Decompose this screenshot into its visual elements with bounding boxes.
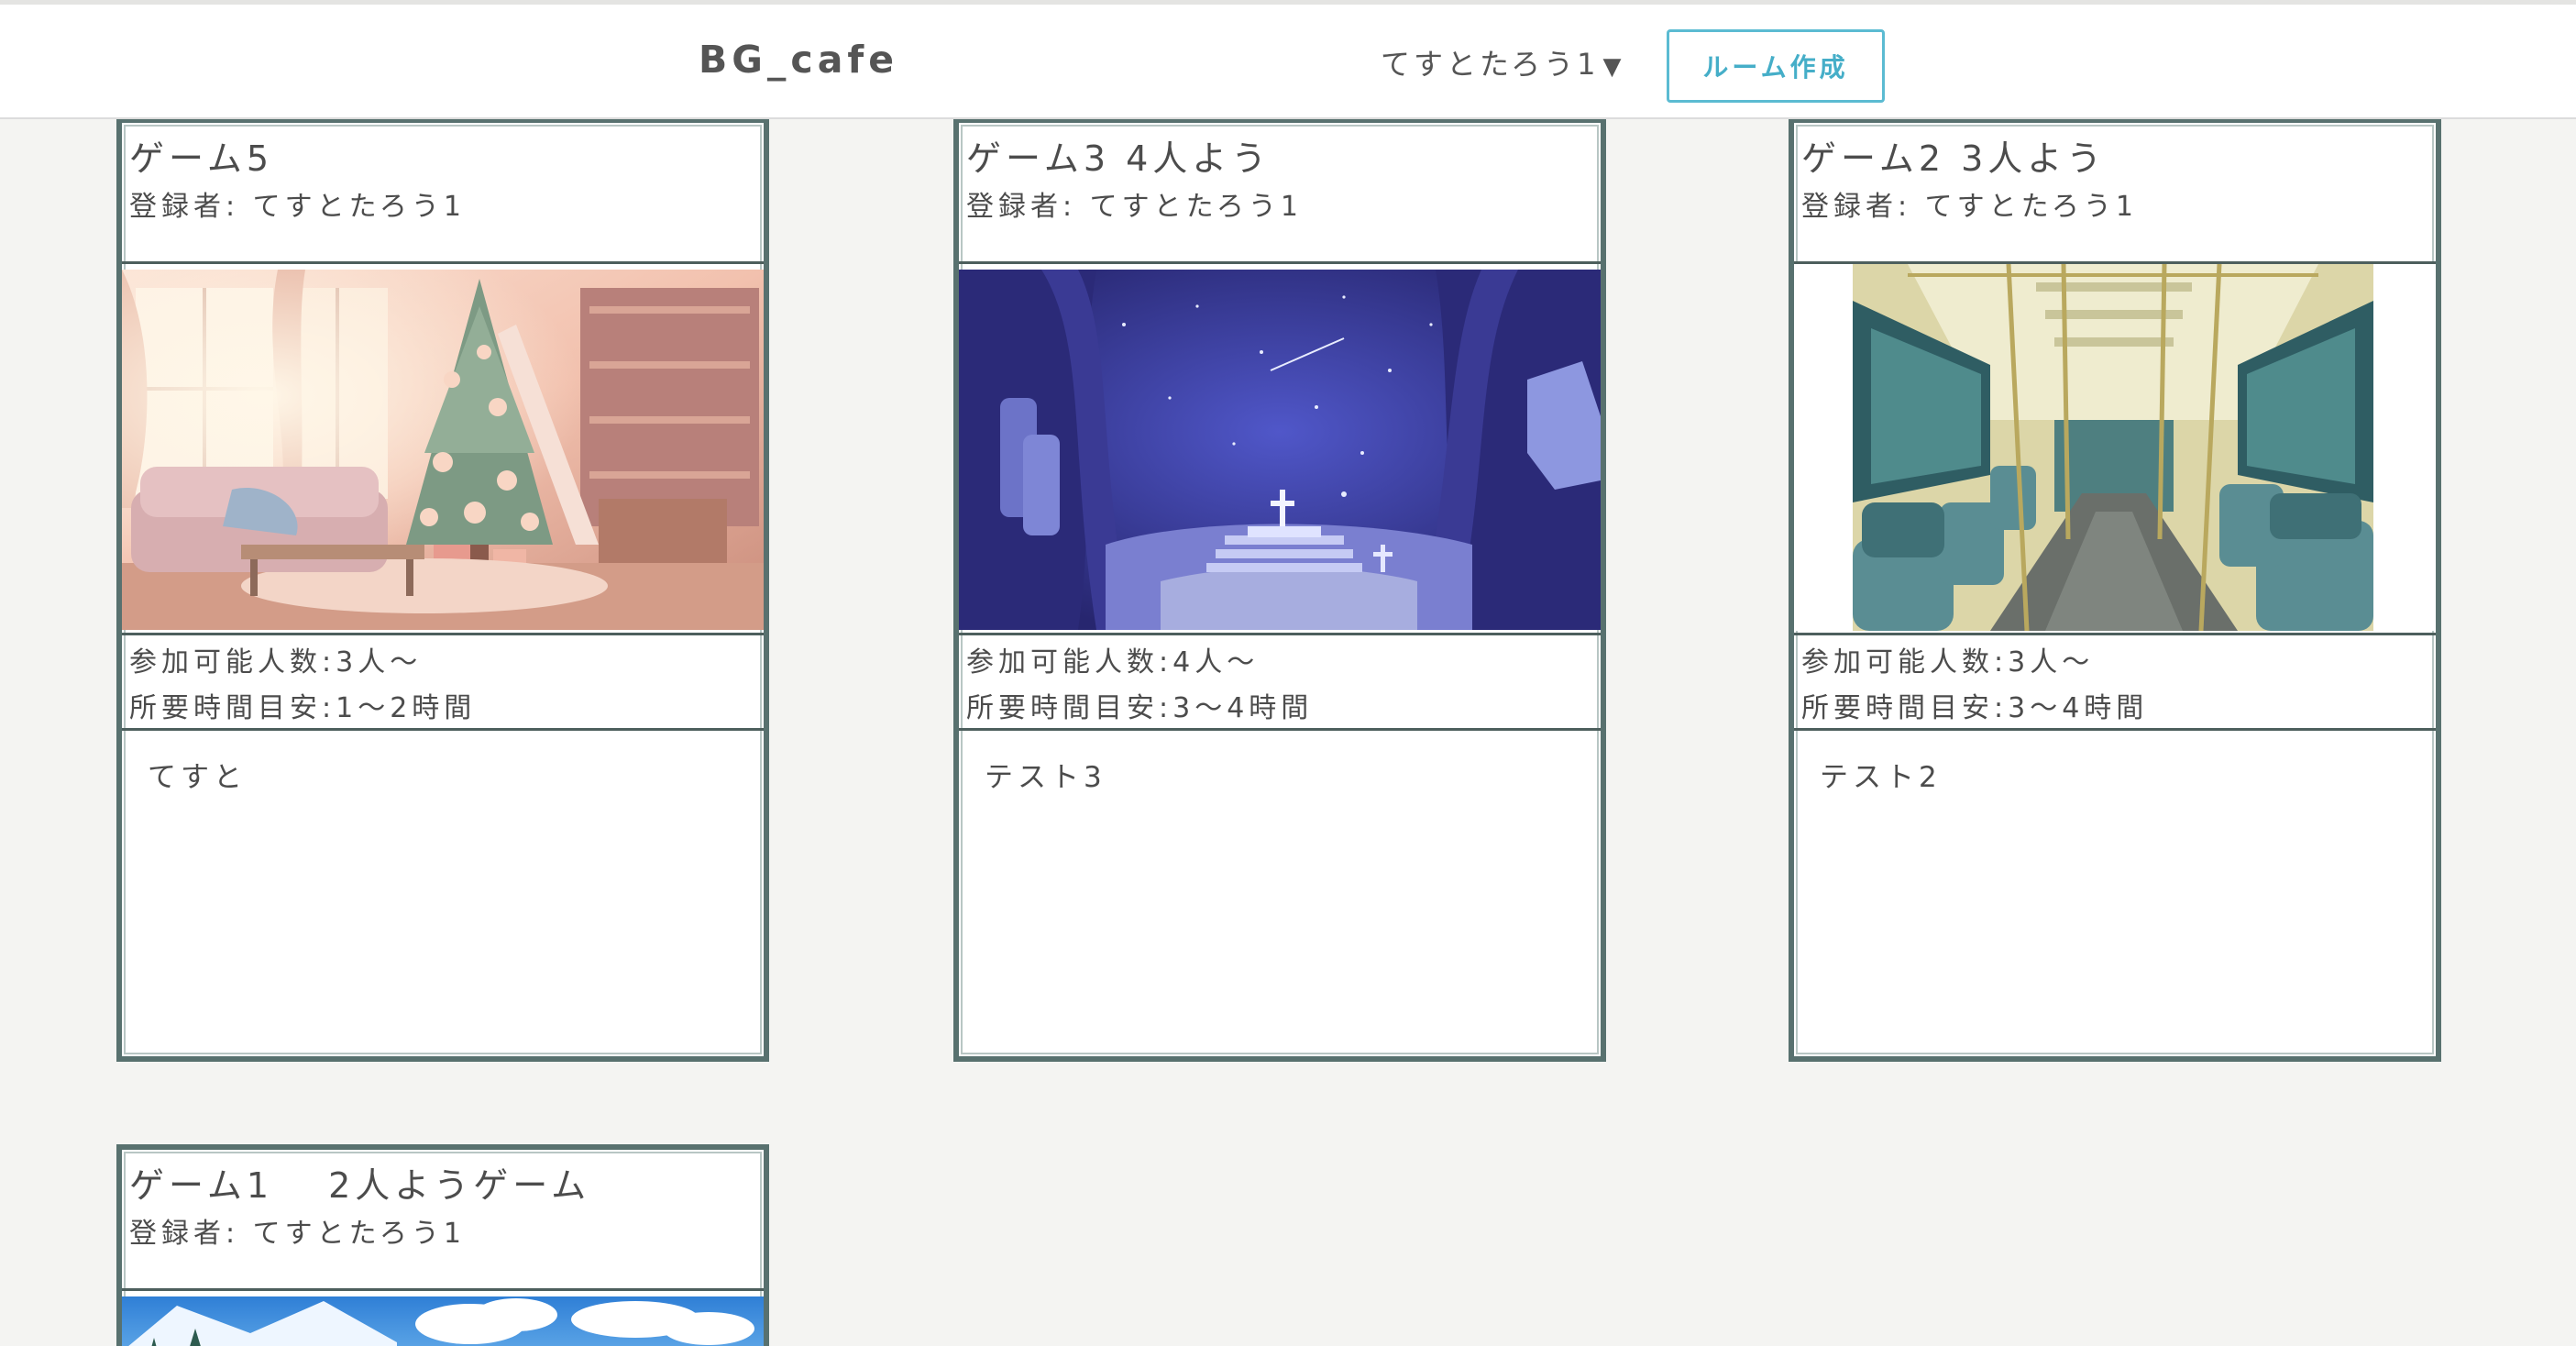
user-menu[interactable]: てすとたろう1 ▼: [1381, 41, 1624, 83]
game-title: ゲーム1 2人ようゲーム: [129, 1165, 591, 1206]
game-description: テスト2: [1820, 761, 1942, 794]
game-owner: 登録者: てすとたろう1: [129, 191, 466, 223]
game-card[interactable]: ゲーム5 登録者: てすとたろう1 参加可能人数:3人〜 所要時間目安:1〜2時…: [116, 117, 769, 1062]
divider: [959, 728, 1601, 731]
game-owner: 登録者: てすとたろう1: [1801, 191, 2138, 223]
graveyard-image: [959, 270, 1601, 630]
game-image: [959, 270, 1601, 630]
play-duration: 所要時間目安:3〜4時間: [966, 692, 1314, 724]
create-room-button[interactable]: ルーム作成: [1667, 29, 1885, 103]
game-description: てすと: [148, 761, 247, 794]
divider: [122, 1288, 764, 1291]
game-image: [122, 1296, 764, 1346]
game-image: [1794, 264, 2436, 631]
game-card[interactable]: ゲーム1 2人ようゲーム 登録者: てすとたろう1: [116, 1144, 769, 1346]
user-name: てすとたろう1: [1381, 47, 1600, 82]
divider: [959, 261, 1601, 264]
play-duration: 所要時間目安:3〜4時間: [1801, 692, 2149, 724]
page: BG_cafe てすとたろう1 ▼ ルーム作成 ゲーム5 登録者: てすとたろう1: [0, 0, 2576, 1346]
game-title: ゲーム5: [129, 138, 274, 179]
player-count: 参加可能人数:4人〜: [966, 646, 1260, 679]
player-count: 参加可能人数:3人〜: [129, 646, 423, 679]
divider: [122, 261, 764, 264]
christmas-room-image: [122, 270, 764, 630]
play-duration: 所要時間目安:1〜2時間: [129, 692, 477, 724]
train-interior-image: [1794, 264, 2436, 631]
divider: [1794, 633, 2436, 635]
divider: [1794, 728, 2436, 731]
divider: [122, 633, 764, 635]
game-title: ゲーム3 4人よう: [966, 138, 1271, 179]
divider: [959, 633, 1601, 635]
player-count: 参加可能人数:3人〜: [1801, 646, 2095, 679]
brand-logo[interactable]: BG_cafe: [699, 38, 898, 82]
game-description: テスト3: [985, 761, 1106, 794]
game-card[interactable]: ゲーム2 3人よう 登録者: てすとたろう1 参加可能人数:3人〜 所要時間目安…: [1789, 117, 2441, 1062]
game-card[interactable]: ゲーム3 4人よう 登録者: てすとたろう1 参加可能人数:4人〜 所要時間目安…: [953, 117, 1606, 1062]
divider: [122, 728, 764, 731]
game-title: ゲーム2 3人よう: [1801, 138, 2107, 179]
game-owner: 登録者: てすとたろう1: [129, 1218, 466, 1250]
game-image: [122, 270, 764, 630]
snowy-mountain-image: [122, 1296, 764, 1346]
caret-down-icon: ▼: [1602, 53, 1625, 81]
top-header: BG_cafe てすとたろう1 ▼ ルーム作成: [0, 0, 2576, 119]
game-owner: 登録者: てすとたろう1: [966, 191, 1303, 223]
